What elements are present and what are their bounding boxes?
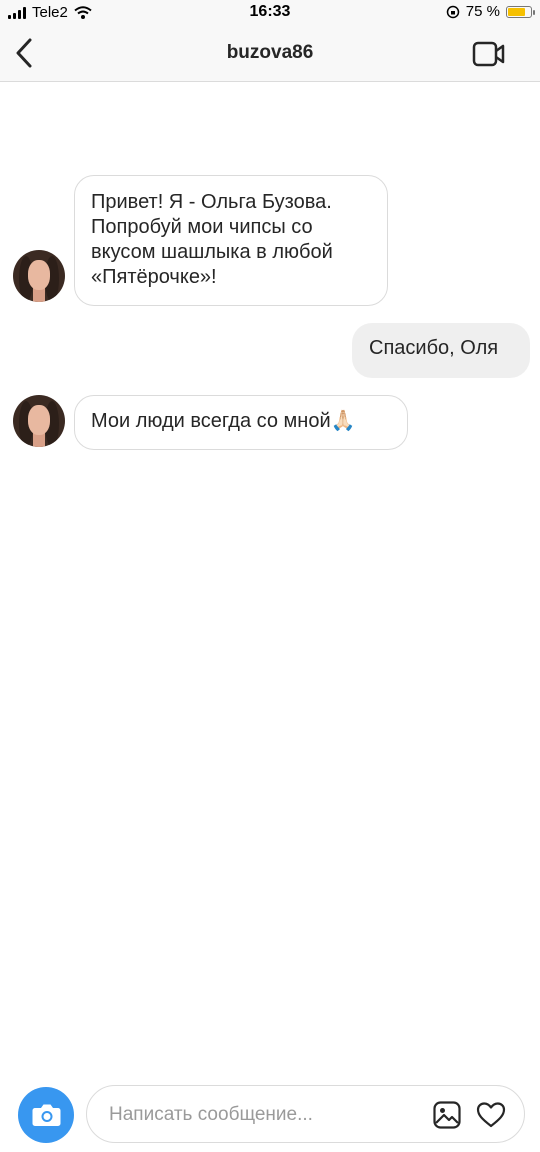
message-line: Привет! Я - Ольга Бузова. [91,191,332,213]
gallery-button[interactable] [432,1100,462,1130]
incoming-message-bubble[interactable]: Привет! Я - Ольга Бузова. Попробуй мои ч… [74,175,388,306]
orientation-lock-icon [446,5,460,18]
message-input[interactable] [107,1100,411,1130]
camera-icon [32,1104,61,1126]
battery-percent: 75 % [465,3,500,20]
like-button[interactable] [476,1101,506,1129]
avatar[interactable] [13,250,65,302]
video-camera-icon [472,41,505,67]
video-call-button[interactable] [472,41,506,67]
incoming-message-bubble[interactable]: Мои люди всегда со мной🙏🏻 [74,395,408,450]
outgoing-message-bubble[interactable]: Спасибо, Оля [352,323,530,378]
camera-button[interactable] [18,1087,74,1143]
chat-title[interactable]: buzova86 [0,42,540,64]
avatar[interactable] [13,395,65,447]
message-line: «Пятёрочке»! [91,266,217,288]
battery-fill [508,7,525,16]
status-bar: Tele2 16:33 75 % [0,0,540,24]
message-composer [86,1085,525,1143]
chat-header: buzova86 [0,24,540,82]
message-text: Мои люди всегда со мной🙏🏻 [91,410,356,432]
battery-icon [506,5,535,18]
message-line: вкусом шашлыка в любой [91,241,333,263]
status-right: 75 % [446,3,535,20]
message-line: Попробуй мои чипсы со [91,216,313,238]
heart-icon [476,1102,506,1128]
image-gallery-icon [433,1101,461,1129]
